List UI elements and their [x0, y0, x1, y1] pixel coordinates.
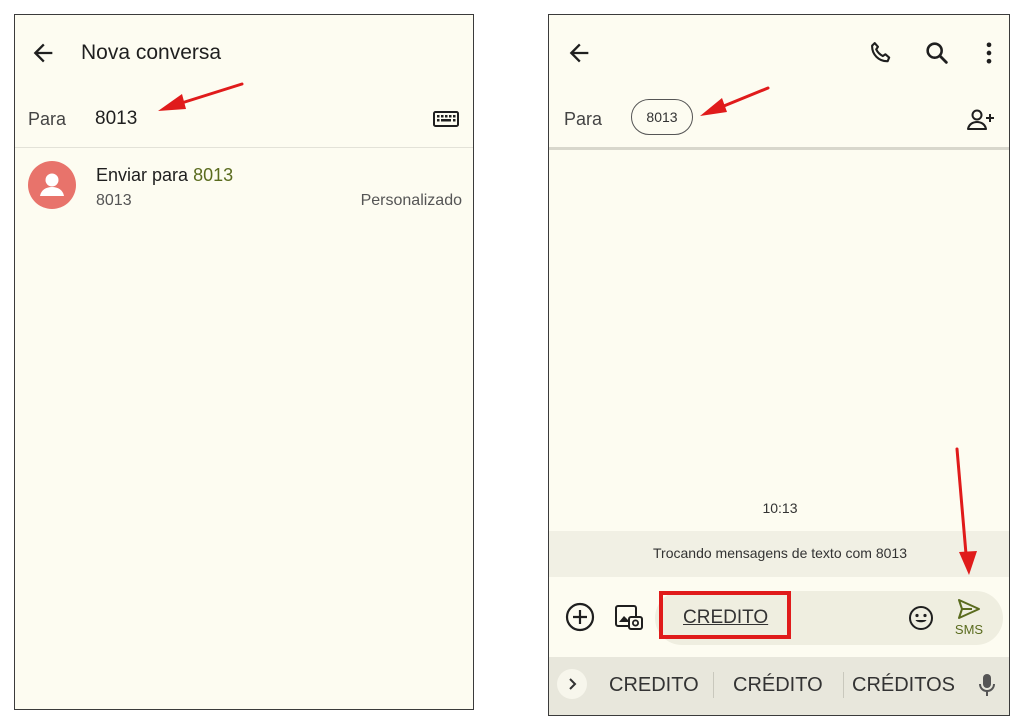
- recipient-input[interactable]: 8013: [95, 108, 137, 130]
- chevron-right-icon: [569, 678, 577, 690]
- emoji-icon: [909, 606, 933, 630]
- back-arrow-icon: [33, 43, 53, 63]
- add-circle-icon: [565, 602, 595, 632]
- send-button[interactable]: SMS: [947, 595, 991, 641]
- call-button[interactable]: [867, 39, 895, 67]
- search-icon: [926, 42, 948, 64]
- mic-icon: [979, 674, 995, 696]
- more-vert-icon: [986, 42, 992, 64]
- recipient-chip-label: 8013: [646, 109, 678, 125]
- suggestion-divider: [843, 672, 844, 698]
- add-attachment-button[interactable]: [564, 601, 596, 633]
- emoji-button[interactable]: [907, 604, 935, 632]
- add-contact-icon: [967, 109, 994, 130]
- recipient-chip[interactable]: 8013: [631, 99, 693, 135]
- person-icon: [40, 173, 64, 196]
- phone-icon: [871, 42, 891, 63]
- to-label: Para: [564, 109, 603, 129]
- composer-bar: CREDITO SMS: [549, 585, 1009, 651]
- keyboard-suggestion-strip: CREDITO CRÉDITO CRÉDITOS: [549, 657, 1009, 715]
- back-button[interactable]: [565, 39, 593, 67]
- voice-input-button[interactable]: [975, 671, 999, 699]
- search-button[interactable]: [923, 39, 951, 67]
- back-button[interactable]: [29, 39, 57, 67]
- suggestion-number: 8013: [193, 165, 234, 185]
- to-label: Para: [28, 109, 67, 129]
- send-label: SMS: [954, 622, 984, 637]
- suggestion-prefix: Enviar para: [96, 165, 189, 185]
- keyboard-icon: [433, 111, 459, 127]
- send-icon: [958, 599, 980, 619]
- avatar: [28, 161, 76, 209]
- divider: [15, 147, 473, 148]
- more-options-button[interactable]: [975, 39, 1003, 67]
- contact-suggestion[interactable]: Enviar para 8013 8013 Personalizado: [15, 155, 473, 217]
- keyboard-toggle-button[interactable]: [431, 107, 461, 131]
- suggestion-title: Enviar para 8013: [96, 165, 233, 186]
- message-timestamp: 10:13: [762, 500, 798, 516]
- new-conversation-screen: Nova conversa Para 8013 Enviar para 8013…: [14, 14, 474, 710]
- info-banner: Trocando mensagens de texto com 8013: [549, 531, 1009, 577]
- back-arrow-icon: [569, 43, 589, 63]
- add-recipient-button[interactable]: [965, 105, 997, 135]
- keyboard-suggestion[interactable]: CREDITO: [609, 674, 699, 697]
- conversation-screen: Para 8013 10:13 Trocando mensagens de te…: [548, 14, 1010, 716]
- expand-suggestions-button[interactable]: [557, 669, 587, 699]
- suggestion-divider: [713, 672, 714, 698]
- suggestion-subtitle: 8013: [96, 192, 132, 209]
- keyboard-suggestion[interactable]: CRÉDITOS: [852, 674, 955, 697]
- gallery-button[interactable]: [613, 601, 645, 633]
- suggestion-type: Personalizado: [360, 192, 462, 209]
- info-banner-text: Trocando mensagens de texto com 8013: [653, 545, 907, 561]
- page-title: Nova conversa: [81, 41, 222, 64]
- keyboard-suggestion[interactable]: CRÉDITO: [733, 674, 823, 697]
- gallery-icon: [615, 605, 643, 630]
- annotation-highlight-box: [659, 591, 791, 639]
- header-shadow: [549, 147, 1009, 150]
